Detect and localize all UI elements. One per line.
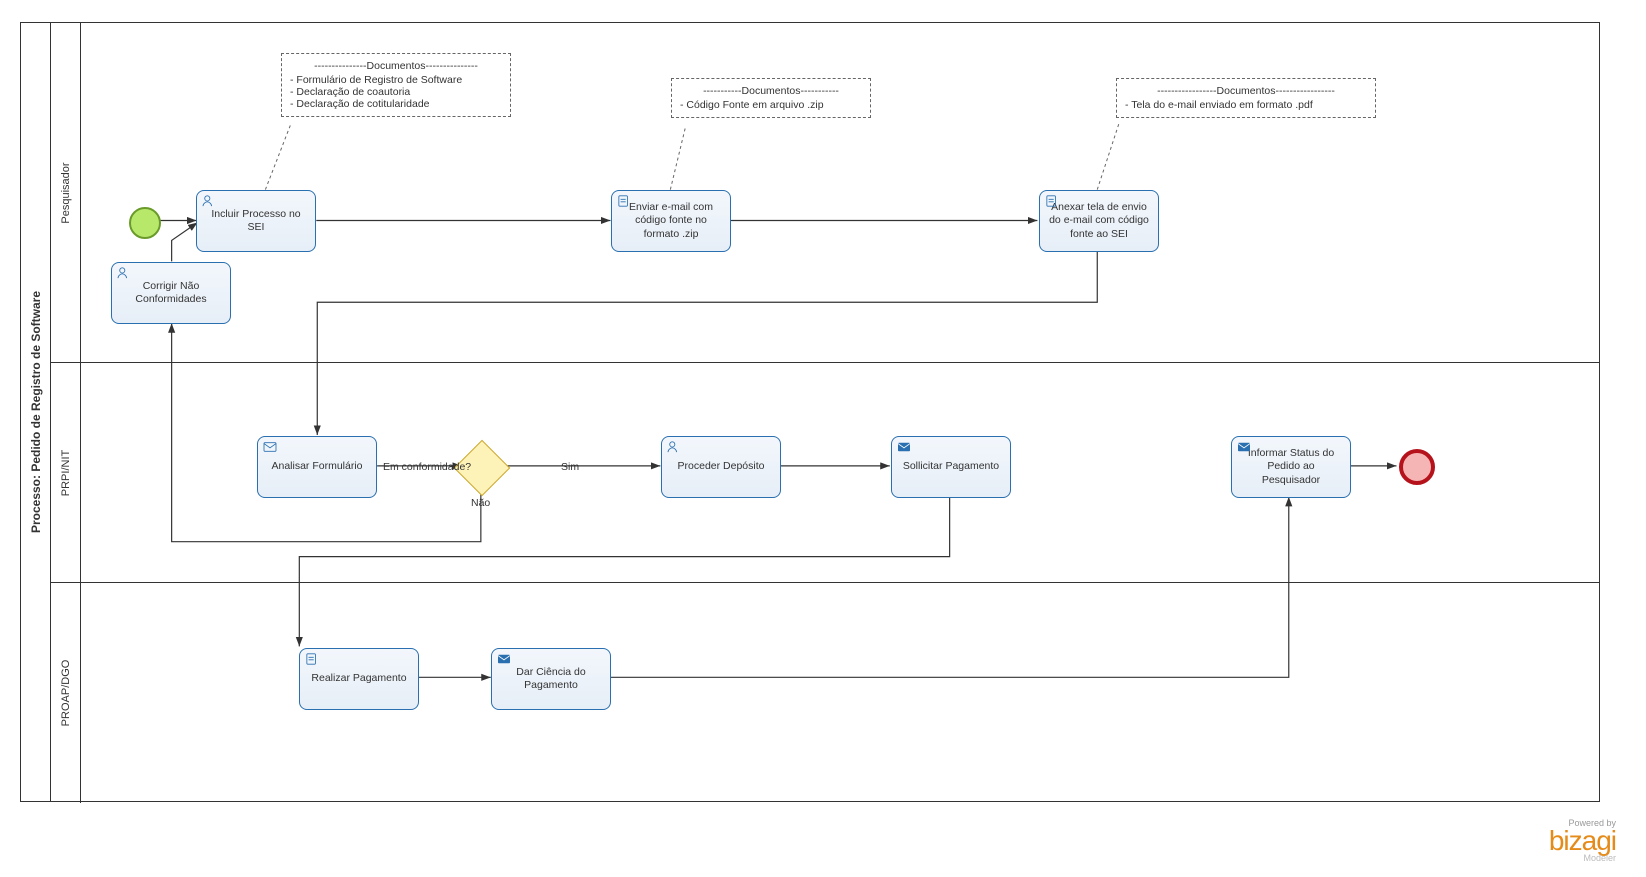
brand-logo: bizagi — [1549, 828, 1616, 853]
pool-title: Processo: Pedido de Registro de Software — [21, 23, 51, 801]
annotation-documentos-3: -----------------Documentos-------------… — [1116, 78, 1376, 118]
user-icon — [667, 441, 681, 453]
user-icon — [202, 195, 216, 207]
lane-title: Pesquisador — [51, 23, 81, 362]
lane-title-text: PRPI/NIT — [60, 449, 72, 495]
document-icon — [1045, 195, 1059, 207]
pool-title-text: Processo: Pedido de Registro de Software — [29, 291, 43, 533]
bizagi-brand: Powered by bizagi Modeler — [1549, 818, 1616, 863]
end-event — [1399, 449, 1435, 485]
task-label: Proceder Depósito — [678, 460, 765, 473]
lane-title: PRPI/NIT — [51, 363, 81, 582]
annotation-documentos-1: ---------------Documentos---------------… — [281, 53, 511, 117]
task-label: Incluir Processo no SEI — [203, 208, 309, 234]
lane-proap-dgo: PROAP/DGO — [51, 583, 1599, 803]
document-icon — [617, 195, 631, 207]
lane-title-text: PROAP/DGO — [60, 660, 72, 727]
task-solicitar-pagamento: Sollicitar Pagamento — [891, 436, 1011, 498]
task-informar-status: Informar Status do Pedido ao Pesquisador — [1231, 436, 1351, 498]
task-anexar-tela: Anexar tela de envio do e-mail com códig… — [1039, 190, 1159, 252]
task-analisar-formulario: Analisar Formulário — [257, 436, 377, 498]
annotation-line: - Código Fonte em arquivo .zip — [680, 99, 862, 111]
task-label: Corrigir Não Conformidades — [118, 280, 224, 306]
task-label: Anexar tela de envio do e-mail com códig… — [1046, 201, 1152, 240]
annotation-line: - Declaração de cotitularidade — [290, 98, 502, 110]
annotation-line: - Formulário de Registro de Software — [290, 74, 502, 86]
annotation-documentos-2: -----------Documentos----------- - Códig… — [671, 78, 871, 118]
task-label: Analisar Formulário — [271, 460, 362, 473]
task-dar-ciencia-pagamento: Dar Ciência do Pagamento — [491, 648, 611, 710]
envelope-filled-icon — [897, 441, 911, 453]
task-label: Informar Status do Pedido ao Pesquisador — [1238, 447, 1344, 486]
annotation-line: - Declaração de coautoria — [290, 86, 502, 98]
start-event — [129, 207, 161, 239]
gateway-yes-label: Sim — [561, 461, 579, 473]
task-label: Enviar e-mail com código fonte no format… — [618, 201, 724, 240]
task-incluir-processo: Incluir Processo no SEI — [196, 190, 316, 252]
gateway-no-label: Não — [471, 497, 490, 509]
annotation-line: - Tela do e-mail enviado em formato .pdf — [1125, 99, 1367, 111]
document-icon — [305, 653, 319, 665]
envelope-filled-icon — [1237, 441, 1251, 453]
bpmn-canvas: Processo: Pedido de Registro de Software… — [0, 0, 1646, 877]
task-label: Realizar Pagamento — [311, 672, 406, 685]
annotation-header: -----------Documentos----------- — [680, 85, 862, 97]
task-proceder-deposito: Proceder Depósito — [661, 436, 781, 498]
task-label: Sollicitar Pagamento — [903, 460, 999, 473]
lane-title-text: Pesquisador — [60, 162, 72, 223]
gateway-label: Em conformidade? — [383, 461, 471, 473]
user-icon — [117, 267, 131, 279]
lane-title: PROAP/DGO — [51, 583, 81, 803]
task-label: Dar Ciência do Pagamento — [498, 666, 604, 692]
annotation-header: ---------------Documentos--------------- — [290, 60, 502, 72]
task-corrigir-nao-conformidades: Corrigir Não Conformidades — [111, 262, 231, 324]
pool: Processo: Pedido de Registro de Software… — [20, 22, 1600, 802]
envelope-filled-icon — [497, 653, 511, 665]
task-enviar-email: Enviar e-mail com código fonte no format… — [611, 190, 731, 252]
envelope-icon — [263, 441, 277, 453]
task-realizar-pagamento: Realizar Pagamento — [299, 648, 419, 710]
annotation-header: -----------------Documentos-------------… — [1125, 85, 1367, 97]
